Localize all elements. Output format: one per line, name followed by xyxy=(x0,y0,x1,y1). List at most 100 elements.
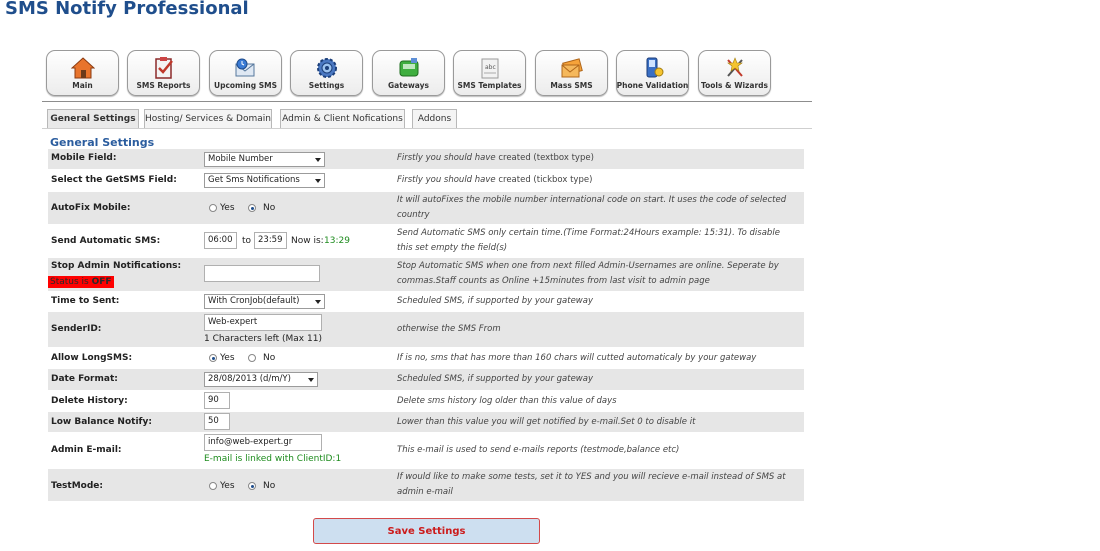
low-balance-description: Lower than this value you will get notif… xyxy=(397,417,696,427)
toolbar-divider xyxy=(42,101,812,102)
app-title: SMS Notify Professional xyxy=(5,0,249,19)
row-time-to-sent: Time to Sent: With CronJob(default) Sche… xyxy=(48,292,804,311)
toolbar-mass-sms-button[interactable]: Mass SMS xyxy=(535,50,608,96)
autofix-mobile-label: AutoFix Mobile: xyxy=(51,203,131,213)
testmode-no-radio[interactable] xyxy=(248,482,256,490)
toolbar-settings-button[interactable]: Settings xyxy=(290,50,363,96)
toolbar-phone-validation-button[interactable]: Phone Validation xyxy=(616,50,689,96)
time-to-sent-select[interactable]: With CronJob(default) xyxy=(204,294,325,309)
date-format-description: Scheduled SMS, if supported by your gate… xyxy=(397,374,594,384)
autofix-no-label: No xyxy=(263,203,276,213)
toolbar-tools-wizards-button[interactable]: Tools & Wizards xyxy=(698,50,771,96)
tab-hosting-services-domain[interactable]: Hosting/ Services & Domain xyxy=(144,109,272,129)
row-send-automatic-sms: Send Automatic SMS: 06:00 to 23:59 Now i… xyxy=(48,225,804,257)
getsms-field-description: Firstly you should have created (tickbox… xyxy=(397,173,797,188)
row-test-mode: TestMode: Yes No If would like to make s… xyxy=(48,469,804,501)
getsms-field-desc-emphasis: created (tickbox type) xyxy=(498,175,593,185)
time-to-sent-description: Scheduled SMS, if supported by your gate… xyxy=(397,296,594,306)
row-admin-email: Admin E-mail: info@web-expert.gr E-mail … xyxy=(48,433,804,468)
chevron-down-icon xyxy=(315,300,321,304)
longsms-yes-radio[interactable] xyxy=(209,354,217,362)
testmode-yes-label: Yes xyxy=(220,481,235,491)
test-mode-description: If would like to make some tests, set it… xyxy=(397,472,786,497)
stop-admin-input[interactable] xyxy=(204,265,320,282)
sender-id-chars-left: 1 Characters left (Max 11) xyxy=(204,334,322,344)
phone-icon xyxy=(646,57,663,78)
row-getsms-field: Select the GetSMS Field: Get Sms Notific… xyxy=(48,170,804,191)
toolbar-sms-templates-label: SMS Templates xyxy=(457,81,522,90)
time-to-sent-value: With CronJob(default) xyxy=(208,296,300,306)
longsms-no-radio[interactable] xyxy=(248,354,256,362)
autofix-yes-radio[interactable] xyxy=(209,204,217,212)
date-format-select[interactable]: 28/08/2013 (d/m/Y) xyxy=(204,372,318,387)
sender-id-label: SenderID: xyxy=(51,324,102,334)
toolbar-sms-templates-button[interactable]: abc SMS Templates xyxy=(453,50,526,96)
send-auto-now-label: Now is: xyxy=(291,236,324,246)
low-balance-input[interactable]: 50 xyxy=(204,413,230,430)
chevron-down-icon xyxy=(315,158,321,162)
allow-longsms-label: Allow LongSMS: xyxy=(51,353,133,363)
allow-longsms-description: If is no, sms that has more than 160 cha… xyxy=(397,353,757,363)
autofix-yes-label: Yes xyxy=(220,203,235,213)
template-icon: abc xyxy=(481,58,498,79)
admin-email-input[interactable]: info@web-expert.gr xyxy=(204,434,322,451)
clipboard-check-icon xyxy=(154,57,173,79)
mobile-field-desc-emphasis: created (textbox type) xyxy=(498,153,594,163)
mobile-field-value: Mobile Number xyxy=(208,154,273,164)
date-format-value: 28/08/2013 (d/m/Y) xyxy=(208,374,291,384)
row-sender-id: SenderID: Web-expert 1 Characters left (… xyxy=(48,312,804,347)
toolbar-sms-reports-button[interactable]: SMS Reports xyxy=(127,50,200,96)
getsms-field-select[interactable]: Get Sms Notifications xyxy=(204,173,325,188)
toolbar-upcoming-sms-button[interactable]: Upcoming SMS xyxy=(209,50,282,96)
toolbar-settings-label: Settings xyxy=(308,81,345,90)
send-auto-now-value: 13:29 xyxy=(324,236,350,246)
mobile-field-label: Mobile Field: xyxy=(51,153,117,163)
date-format-label: Date Format: xyxy=(51,374,118,384)
admin-email-description: This e-mail is used to send e-mails repo… xyxy=(397,445,680,455)
sender-id-description: otherwise the SMS From xyxy=(397,324,501,334)
send-auto-to-label: to xyxy=(242,236,252,246)
tools-icon xyxy=(726,57,743,77)
gateway-icon xyxy=(399,58,418,77)
toolbar-main-label: Main xyxy=(72,81,93,90)
send-auto-to-input[interactable]: 23:59 xyxy=(254,232,287,249)
row-low-balance: Low Balance Notify: 50 Lower than this v… xyxy=(48,412,804,432)
section-title: General Settings xyxy=(50,136,155,149)
mobile-field-description: Firstly you should have created (textbox… xyxy=(397,151,797,166)
autofix-no-radio[interactable] xyxy=(248,204,256,212)
row-date-format: Date Format: 28/08/2013 (d/m/Y) Schedule… xyxy=(48,369,804,390)
stop-admin-label: Stop Admin Notifications: xyxy=(51,261,182,271)
row-delete-history: Delete History: 90 Delete sms history lo… xyxy=(48,391,804,411)
gear-icon xyxy=(316,58,337,78)
delete-history-input[interactable]: 90 xyxy=(204,392,230,409)
testmode-yes-radio[interactable] xyxy=(209,482,217,490)
delete-history-description: Delete sms history log older than this v… xyxy=(397,396,617,406)
tab-addons[interactable]: Addons xyxy=(412,109,457,129)
status-badge: Status is OFF xyxy=(48,276,114,288)
status-badge-value: OFF xyxy=(91,277,112,287)
svg-text:abc: abc xyxy=(485,64,496,71)
save-settings-button[interactable]: Save Settings xyxy=(313,518,540,544)
toolbar-gateways-button[interactable]: Gateways xyxy=(372,50,445,96)
tab-admin-client-notifications[interactable]: Admin & Client Nofications xyxy=(280,109,405,129)
send-automatic-sms-label: Send Automatic SMS: xyxy=(51,236,161,246)
tabs-divider xyxy=(42,128,812,129)
toolbar-sms-reports-label: SMS Reports xyxy=(136,81,191,90)
test-mode-label: TestMode: xyxy=(51,481,103,491)
getsms-field-desc-text: Firstly you should have xyxy=(397,175,499,185)
toolbar-tools-wizards-label: Tools & Wizards xyxy=(700,81,769,90)
mobile-field-desc-text: Firstly you should have xyxy=(397,153,499,163)
chevron-down-icon xyxy=(308,378,314,382)
row-mobile-field: Mobile Field: Mobile Number Firstly you … xyxy=(48,149,804,169)
envelopes-icon xyxy=(561,58,583,78)
send-auto-from-input[interactable]: 06:00 xyxy=(204,232,237,249)
getsms-field-label: Select the GetSMS Field: xyxy=(51,175,177,185)
tab-general-settings[interactable]: General Settings xyxy=(47,109,139,129)
sender-id-input[interactable]: Web-expert xyxy=(204,314,322,331)
house-icon xyxy=(70,57,95,79)
row-allow-longsms: Allow LongSMS: Yes No If is no, sms that… xyxy=(48,348,804,368)
toolbar-main-button[interactable]: Main xyxy=(46,50,119,96)
row-stop-admin-notifications: Stop Admin Notifications: Status is OFF … xyxy=(48,258,804,291)
mobile-field-select[interactable]: Mobile Number xyxy=(204,152,325,167)
status-badge-label: Status is xyxy=(50,277,89,287)
